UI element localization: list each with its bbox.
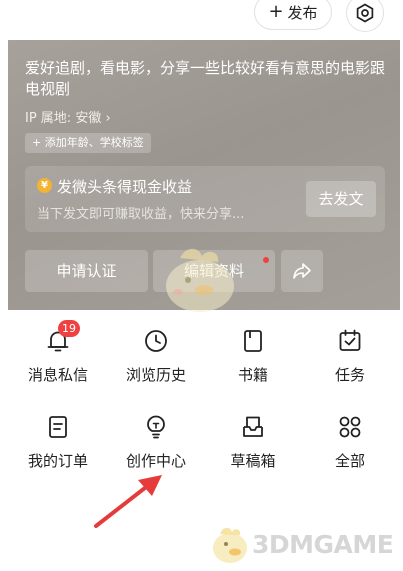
add-tags-button[interactable]: + 添加年龄、学校标签 [25,133,151,153]
menu-item-label: 全部 [334,452,365,470]
gear-icon [356,3,374,23]
profile-bio: 爱好追剧，看电影，分享一些比较好看有意思的电影跟电视剧 [25,59,386,98]
menu-item-label: 消息私信 [27,366,88,384]
notification-dot [263,257,269,263]
publish-label: 发布 [287,3,318,22]
menu-item-label: 草稿箱 [230,452,276,470]
menu-item-label: 书籍 [237,366,268,384]
grid-dots-icon [339,416,361,438]
earnings-subtitle: 当下发文即可赚取收益，快来分享... [37,207,245,222]
top-bar: + 发布 [0,0,403,40]
earnings-title: 发微头条得现金收益 [57,178,193,196]
duck-mascot-icon [213,527,247,563]
share-icon [293,263,311,279]
order-doc-icon [49,416,67,438]
site-watermark: 3DMGAME [208,520,398,568]
earnings-card[interactable]: ¥ 发微头条得现金收益 当下发文即可赚取收益，快来分享... 去发文 [25,166,385,232]
menu-item-label: 任务 [334,366,365,384]
apply-verification-button[interactable]: 申请认证 [25,250,148,292]
menu-item-history[interactable]: 浏览历史 [106,322,206,394]
red-arrow-annotation [94,475,162,528]
plus-icon: + [268,1,284,22]
menu-item-drafts[interactable]: 草稿箱 [203,408,303,480]
menu-item-creator-center[interactable]: 创作中心 [106,408,206,480]
ip-location[interactable]: IP 属地: 安徽 › [25,107,111,126]
menu-item-label: 浏览历史 [125,366,186,384]
go-post-button[interactable]: 去发文 [306,181,376,217]
draft-box-icon [243,416,263,437]
menu-item-messages[interactable]: 19 消息私信 [8,320,108,394]
unread-badge: 19 [58,320,80,337]
book-icon [244,330,262,352]
menu-item-tasks[interactable]: 任务 [300,322,400,394]
mascot-watermark-icon [166,248,234,312]
menu-item-books[interactable]: 书籍 [203,322,303,394]
lightbulb-icon [147,415,165,439]
ip-location-text: IP 属地: 安徽 [25,111,102,126]
publish-button[interactable]: + 发布 [254,0,332,30]
watermark-text: 3DMGAME [252,530,394,559]
feature-menu: 19 消息私信 浏览历史 书籍 任务 我的订单 创作中心 草稿箱 全部 [0,320,403,482]
clock-icon [145,330,167,352]
chevron-right-icon: › [105,111,111,126]
yuan-coin-icon: ¥ [37,178,52,193]
menu-item-label: 我的订单 [27,452,88,470]
menu-item-orders[interactable]: 我的订单 [8,408,108,480]
calendar-check-icon [339,329,361,351]
settings-button[interactable] [346,0,384,32]
share-button[interactable] [281,250,323,292]
menu-item-all[interactable]: 全部 [300,408,400,480]
menu-item-label: 创作中心 [125,452,186,470]
